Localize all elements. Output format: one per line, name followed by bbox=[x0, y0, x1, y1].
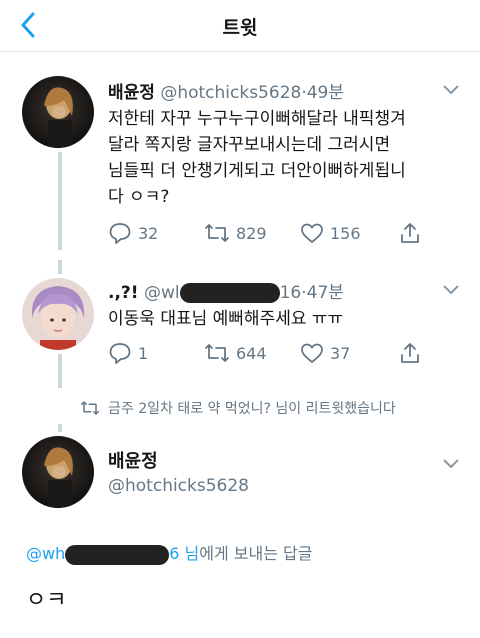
retweet-notice[interactable]: 금주 2일차 태로 약 먹었니? 님이 리트윗했습니다 bbox=[80, 398, 396, 418]
tweet-header: .,?! @wl 16·47분 bbox=[108, 278, 344, 303]
share-button[interactable] bbox=[398, 340, 428, 366]
timestamp[interactable]: 49분 bbox=[307, 83, 344, 103]
tweet-text-line: 저한테 자꾸 누구누구이뻐해달라 내픽챙겨 bbox=[108, 109, 406, 129]
retweet-button[interactable]: 644 bbox=[204, 340, 267, 366]
avatar[interactable] bbox=[22, 278, 94, 350]
share-button[interactable] bbox=[398, 220, 428, 246]
thread-line bbox=[58, 424, 62, 432]
retweet-icon bbox=[81, 401, 99, 415]
user-handle-start[interactable]: @wl bbox=[144, 283, 180, 303]
thread-line bbox=[58, 260, 62, 274]
like-button[interactable]: 156 bbox=[300, 220, 361, 246]
retweet-icon bbox=[205, 344, 229, 362]
thread-line bbox=[58, 354, 62, 388]
redaction-bar bbox=[179, 283, 280, 303]
retweet-count: 829 bbox=[236, 223, 267, 243]
reply-count: 32 bbox=[138, 223, 159, 243]
top-bar: 트윗 bbox=[0, 0, 480, 52]
thread-line bbox=[58, 152, 62, 250]
replying-to: @wh 6 님에게 보내는 답글 bbox=[26, 540, 312, 565]
like-icon bbox=[301, 343, 323, 363]
user-handle-end[interactable]: 16 bbox=[280, 283, 302, 303]
tweet-text: ㅇㅋ bbox=[26, 588, 67, 613]
tweet-text: 저한테 자꾸 누구누구이뻐해달라 내픽챙겨 달라 쪽지랑 글자꾸보내시는데 그러… bbox=[108, 106, 468, 210]
chevron-down-icon[interactable] bbox=[442, 458, 460, 470]
retweet-notice-text: 금주 2일차 태로 약 먹었니? 님이 리트윗했습니다 bbox=[108, 401, 396, 417]
tweet-actions: 32 829 156 bbox=[108, 220, 438, 246]
tweet-header: 배윤정 @hotchicks5628·49분 bbox=[108, 78, 344, 103]
display-name[interactable]: 배윤정 bbox=[108, 83, 155, 103]
reply-count: 1 bbox=[138, 343, 149, 363]
tweet-text-line: 다 ㅇㅋ? bbox=[108, 187, 170, 207]
share-icon bbox=[401, 223, 419, 243]
user-handle[interactable]: @hotchicks5628 bbox=[108, 476, 249, 496]
redaction-bar bbox=[65, 544, 170, 565]
tweet-text: 이동욱 대표님 예뻐해주세요 ㅠㅠ bbox=[108, 309, 344, 329]
like-count: 37 bbox=[330, 343, 351, 363]
chevron-down-icon[interactable] bbox=[442, 84, 460, 96]
page-title: 트윗 bbox=[222, 17, 258, 39]
display-name[interactable]: .,?! bbox=[108, 283, 139, 303]
user-handle[interactable]: @hotchicks5628 bbox=[160, 83, 301, 103]
reply-mention-start[interactable]: @wh bbox=[26, 544, 65, 563]
display-name[interactable]: 배윤정 bbox=[108, 447, 158, 473]
like-icon bbox=[301, 223, 323, 243]
avatar[interactable] bbox=[22, 76, 94, 148]
timestamp[interactable]: 47분 bbox=[307, 283, 344, 303]
share-icon bbox=[401, 343, 419, 363]
reply-button[interactable]: 32 bbox=[108, 220, 158, 246]
like-count: 156 bbox=[330, 223, 361, 243]
reply-icon bbox=[109, 343, 131, 364]
retweet-icon bbox=[205, 224, 229, 242]
tweet-text-line: 님들픽 더 안챙기게되고 더안이뻐하게됩니 bbox=[108, 161, 406, 181]
chevron-down-icon[interactable] bbox=[442, 284, 460, 296]
reply-mention-end[interactable]: 6 님 bbox=[169, 544, 199, 563]
retweet-button[interactable]: 829 bbox=[204, 220, 267, 246]
retweet-count: 644 bbox=[236, 343, 267, 363]
tweet-actions: 1 644 37 bbox=[108, 340, 438, 366]
reply-button[interactable]: 1 bbox=[108, 340, 148, 366]
reply-suffix: 에게 보내는 답글 bbox=[199, 544, 313, 563]
tweet-text-line: 달라 쪽지랑 글자꾸보내시는데 그러시면 bbox=[108, 135, 391, 155]
reply-icon bbox=[109, 223, 131, 244]
like-button[interactable]: 37 bbox=[300, 340, 350, 366]
avatar[interactable] bbox=[22, 436, 94, 508]
